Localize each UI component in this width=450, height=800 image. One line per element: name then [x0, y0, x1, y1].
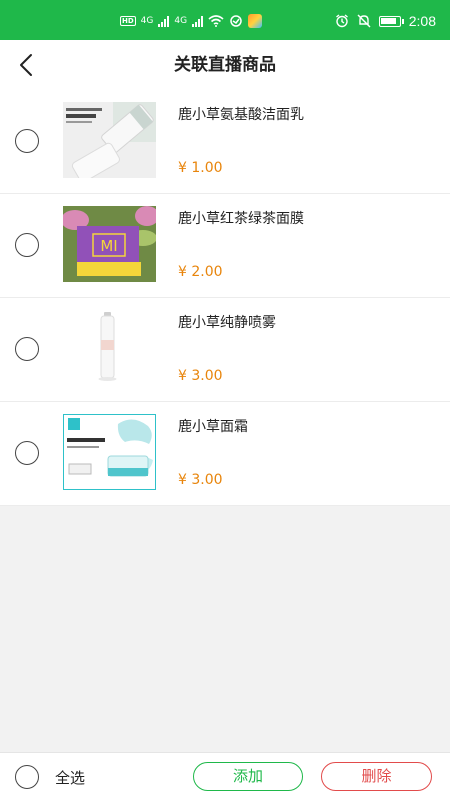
product-select-radio[interactable] — [15, 233, 39, 257]
product-name: 鹿小草红茶绿茶面膜 — [178, 211, 304, 227]
add-button[interactable]: 添加 — [193, 762, 303, 791]
product-name: 鹿小草氨基酸洁面乳 — [178, 107, 304, 123]
product-thumbnail — [63, 102, 156, 178]
select-all-radio[interactable] — [15, 765, 39, 789]
app-notification-icon — [248, 14, 263, 28]
product-price: ¥ 3.00 — [178, 368, 223, 384]
product-price: ¥ 1.00 — [178, 160, 223, 176]
status-right: 2:08 — [335, 11, 436, 31]
product-item[interactable]: 鹿小草面霜 ¥ 3.00 — [0, 402, 450, 506]
product-select-radio[interactable] — [15, 441, 39, 465]
product-thumbnail — [63, 310, 156, 386]
battery-icon — [378, 15, 404, 27]
product-item[interactable]: MI 鹿小草红茶绿茶面膜 ¥ 2.00 — [0, 194, 450, 298]
network-label-2: 4G — [174, 16, 188, 26]
status-left: HD 4G 4G — [120, 12, 263, 30]
product-list: 鹿小草氨基酸洁面乳 ¥ 1.00 MI 鹿小草红茶绿茶面膜 ¥ 2.00 鹿小草… — [0, 90, 450, 506]
hd-icon: HD — [120, 16, 136, 26]
product-price: ¥ 3.00 — [178, 472, 223, 488]
select-all-label[interactable]: 全选 — [55, 767, 85, 788]
product-price: ¥ 2.00 — [178, 264, 223, 280]
wifi-icon — [208, 15, 224, 27]
product-item[interactable]: 鹿小草纯静喷雾 ¥ 3.00 — [0, 298, 450, 402]
signal-icon-2 — [192, 15, 204, 27]
page-title: 关联直播商品 — [174, 55, 276, 75]
header-bar: 关联直播商品 — [0, 40, 450, 90]
svg-text:MI: MI — [100, 237, 117, 255]
product-select-radio[interactable] — [15, 337, 39, 361]
bottom-action-bar: 全选 添加 删除 — [0, 752, 450, 800]
product-thumbnail — [63, 414, 156, 490]
status-time: 2:08 — [408, 13, 436, 29]
product-name: 鹿小草纯静喷雾 — [178, 315, 276, 331]
alarm-icon — [335, 14, 348, 28]
network-label-1: 4G — [140, 16, 154, 26]
product-name: 鹿小草面霜 — [178, 419, 248, 435]
delete-button[interactable]: 删除 — [321, 762, 432, 791]
sync-icon — [230, 15, 242, 27]
product-item[interactable]: 鹿小草氨基酸洁面乳 ¥ 1.00 — [0, 90, 450, 194]
mute-icon — [357, 14, 371, 28]
signal-icon — [158, 15, 170, 27]
status-bar: HD 4G 4G 2:08 — [0, 0, 450, 40]
product-select-radio[interactable] — [15, 129, 39, 153]
product-thumbnail: MI — [63, 206, 156, 282]
